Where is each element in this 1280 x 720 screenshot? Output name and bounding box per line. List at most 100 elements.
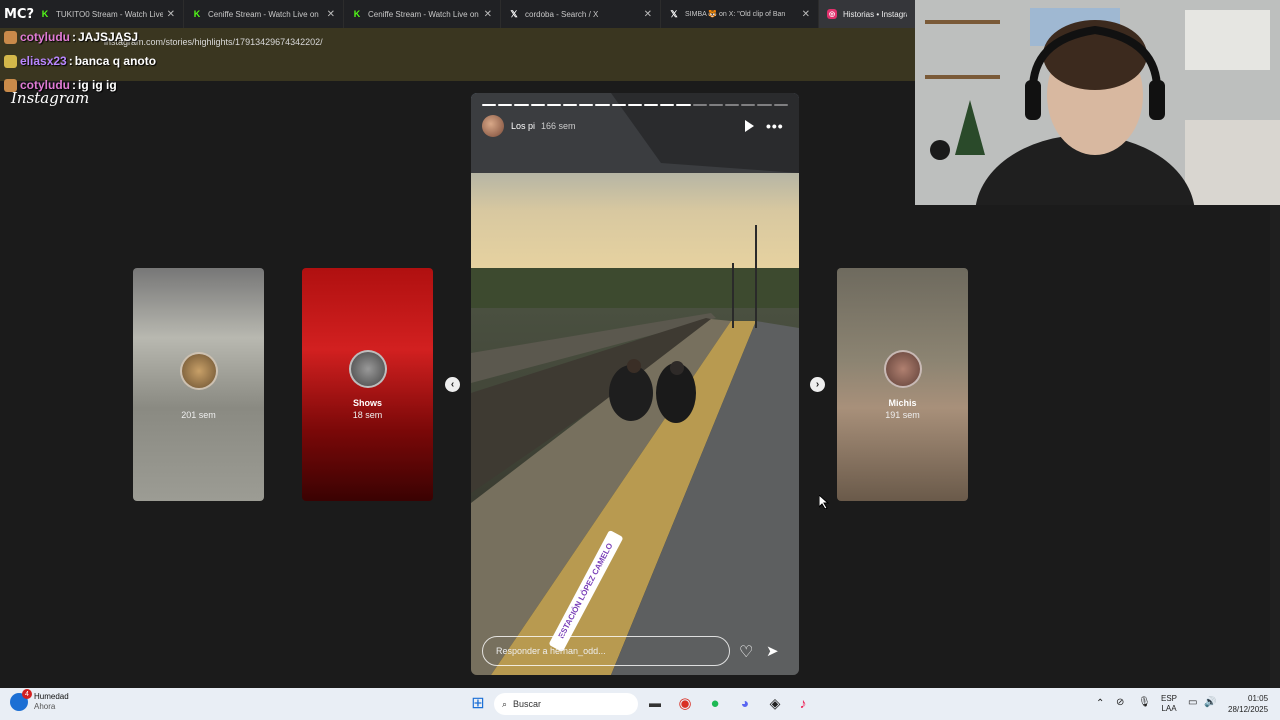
story-preview[interactable]: Shows 18 sem bbox=[302, 268, 433, 501]
display-icon[interactable]: ▭ bbox=[1188, 697, 1197, 708]
webcam-image bbox=[915, 0, 1280, 205]
chat-user: cotyludu bbox=[20, 30, 70, 44]
tab-title: Ceniffe Stream - Watch Live on bbox=[368, 9, 479, 19]
progress-segment bbox=[725, 104, 740, 106]
story-header: Los pi 166 sem bbox=[482, 115, 576, 137]
close-icon[interactable]: ✕ bbox=[484, 9, 492, 20]
volume-icon[interactable]: 🔊 bbox=[1204, 697, 1216, 708]
progress-segment bbox=[546, 104, 562, 106]
weather-widget[interactable]: 4 Humedad Ahora bbox=[10, 689, 69, 712]
x-icon: 𝕏 bbox=[510, 8, 518, 19]
chat-line: cotyludu : JAJSJASJ bbox=[4, 30, 138, 44]
progress-segment bbox=[563, 104, 578, 106]
progress-segment bbox=[579, 104, 594, 106]
microphone-icon[interactable]: 🎙 bbox=[1138, 697, 1151, 708]
close-icon[interactable]: ✕ bbox=[644, 9, 652, 20]
language-indicator[interactable]: ESP LAA bbox=[1161, 694, 1177, 714]
tab-5[interactable]: 𝕏 SIMBA 🐯 on X: "Old clip of Ban ✕ bbox=[661, 0, 819, 28]
lang-bottom: LAA bbox=[1161, 704, 1177, 713]
search-box[interactable]: ⌕ Buscar bbox=[494, 693, 638, 715]
clock-time: 01:05 bbox=[1248, 694, 1269, 703]
avatar bbox=[348, 350, 387, 388]
progress-segment bbox=[692, 104, 707, 106]
taskbar: 4 Humedad Ahora ⊞ ⌕ Buscar ▬ ◉ ● ◕ ◈ ♪ ⌃… bbox=[0, 688, 1280, 720]
chrome-icon[interactable]: ◉ bbox=[676, 694, 694, 712]
progress-segment bbox=[708, 104, 724, 106]
discord-icon[interactable]: ◕ bbox=[736, 694, 754, 712]
progress-segment bbox=[514, 104, 529, 106]
story-name: Shows bbox=[352, 398, 382, 408]
windows-start-icon[interactable]: ⊞ bbox=[469, 694, 487, 712]
screen: { "corner_label": "MC?", "tabs": [ {"lab… bbox=[0, 0, 1280, 720]
spotify-icon[interactable]: ● bbox=[706, 694, 724, 712]
progress-segment bbox=[773, 104, 788, 106]
weather-label: Humedad bbox=[34, 692, 69, 701]
mouse-cursor-icon bbox=[819, 495, 829, 509]
scrollbar[interactable] bbox=[1270, 205, 1280, 688]
instagram-logo[interactable]: Instagram bbox=[11, 89, 89, 107]
instagram-icon: ◎ bbox=[827, 9, 837, 19]
play-icon[interactable] bbox=[745, 120, 754, 132]
tab-title: Historias • Instagram bbox=[843, 9, 907, 19]
x-icon: 𝕏 bbox=[670, 8, 678, 19]
tab-title: cordoba - Search / X bbox=[525, 9, 599, 19]
chat-message: JAJSJASJ bbox=[78, 30, 139, 44]
more-options-icon[interactable]: ••• bbox=[766, 118, 784, 134]
tab-title: Ceniffe Stream - Watch Live on bbox=[208, 9, 319, 19]
story-photo bbox=[471, 93, 799, 675]
webcam-overlay bbox=[915, 0, 1280, 205]
progress-segment bbox=[498, 104, 513, 106]
progress-segment bbox=[627, 104, 643, 106]
progress-segment bbox=[530, 104, 545, 106]
story-user[interactable]: Los pi bbox=[511, 121, 535, 131]
story-preview[interactable]: 201 sem bbox=[133, 268, 264, 501]
progress-segment bbox=[482, 104, 497, 106]
kick-icon: K bbox=[41, 9, 49, 19]
progress-segment bbox=[660, 104, 675, 106]
tab-4[interactable]: 𝕏 cordoba - Search / X ✕ bbox=[501, 0, 661, 28]
tiktok-icon[interactable]: ♪ bbox=[794, 694, 812, 712]
send-icon[interactable]: ➤ bbox=[766, 642, 779, 660]
reply-input[interactable]: Responder a hernan_odd... bbox=[482, 636, 730, 666]
tab-6[interactable]: ◎ Historias • Instagram bbox=[819, 0, 915, 28]
tab-3[interactable]: K Ceniffe Stream - Watch Live on ✕ bbox=[344, 0, 501, 28]
previous-story-button[interactable]: ‹ bbox=[445, 377, 460, 392]
story-age: 201 sem bbox=[181, 410, 216, 420]
avatar[interactable] bbox=[482, 115, 504, 137]
clock[interactable]: 01:05 28/12/2025 bbox=[1228, 693, 1268, 715]
weather-sub: Ahora bbox=[34, 702, 56, 711]
story-progress bbox=[482, 104, 788, 106]
close-icon[interactable]: ✕ bbox=[327, 9, 335, 20]
close-icon[interactable]: ✕ bbox=[802, 9, 810, 20]
chat-user: eliasx23 bbox=[20, 54, 67, 68]
story-age: 191 sem bbox=[885, 410, 920, 420]
main-story[interactable]: ESTACIÓN LÓPEZ CAMELO Los pi 166 sem •••… bbox=[471, 93, 799, 675]
show-hidden-icons-icon[interactable]: ⌃ bbox=[1096, 698, 1104, 709]
lang-top: ESP bbox=[1161, 694, 1178, 703]
story-preview[interactable]: Michis 191 sem bbox=[837, 268, 968, 501]
kick-icon: K bbox=[353, 9, 361, 19]
progress-segment bbox=[644, 104, 659, 106]
chat-line: eliasx23 : banca q anoto bbox=[4, 54, 156, 68]
tab-1[interactable]: K TUKITO0 Stream - Watch Live o ✕ bbox=[32, 0, 184, 28]
chat-sep: : bbox=[72, 30, 76, 44]
progress-segment bbox=[741, 104, 756, 106]
heart-icon[interactable]: ♡ bbox=[739, 642, 753, 662]
story-name: Michis bbox=[888, 398, 917, 408]
avatar bbox=[179, 352, 218, 390]
chat-sep: : bbox=[68, 54, 73, 68]
app-icon[interactable]: ◈ bbox=[766, 694, 784, 712]
network-icon[interactable]: ⊘ bbox=[1116, 697, 1124, 708]
badge-icon bbox=[4, 54, 17, 68]
search-placeholder: Buscar bbox=[513, 699, 542, 709]
close-icon[interactable]: ✕ bbox=[167, 9, 175, 20]
weather-icon: 4 bbox=[10, 689, 32, 711]
next-story-button[interactable]: › bbox=[810, 377, 825, 392]
file-explorer-icon[interactable]: ▬ bbox=[646, 694, 664, 712]
story-time: 166 sem bbox=[541, 121, 576, 131]
avatar bbox=[883, 350, 922, 388]
notification-badge: 4 bbox=[22, 689, 32, 699]
progress-segment bbox=[595, 104, 610, 106]
chat-message: banca q anoto bbox=[74, 54, 157, 68]
tab-2[interactable]: K Ceniffe Stream - Watch Live on ✕ bbox=[184, 0, 344, 28]
